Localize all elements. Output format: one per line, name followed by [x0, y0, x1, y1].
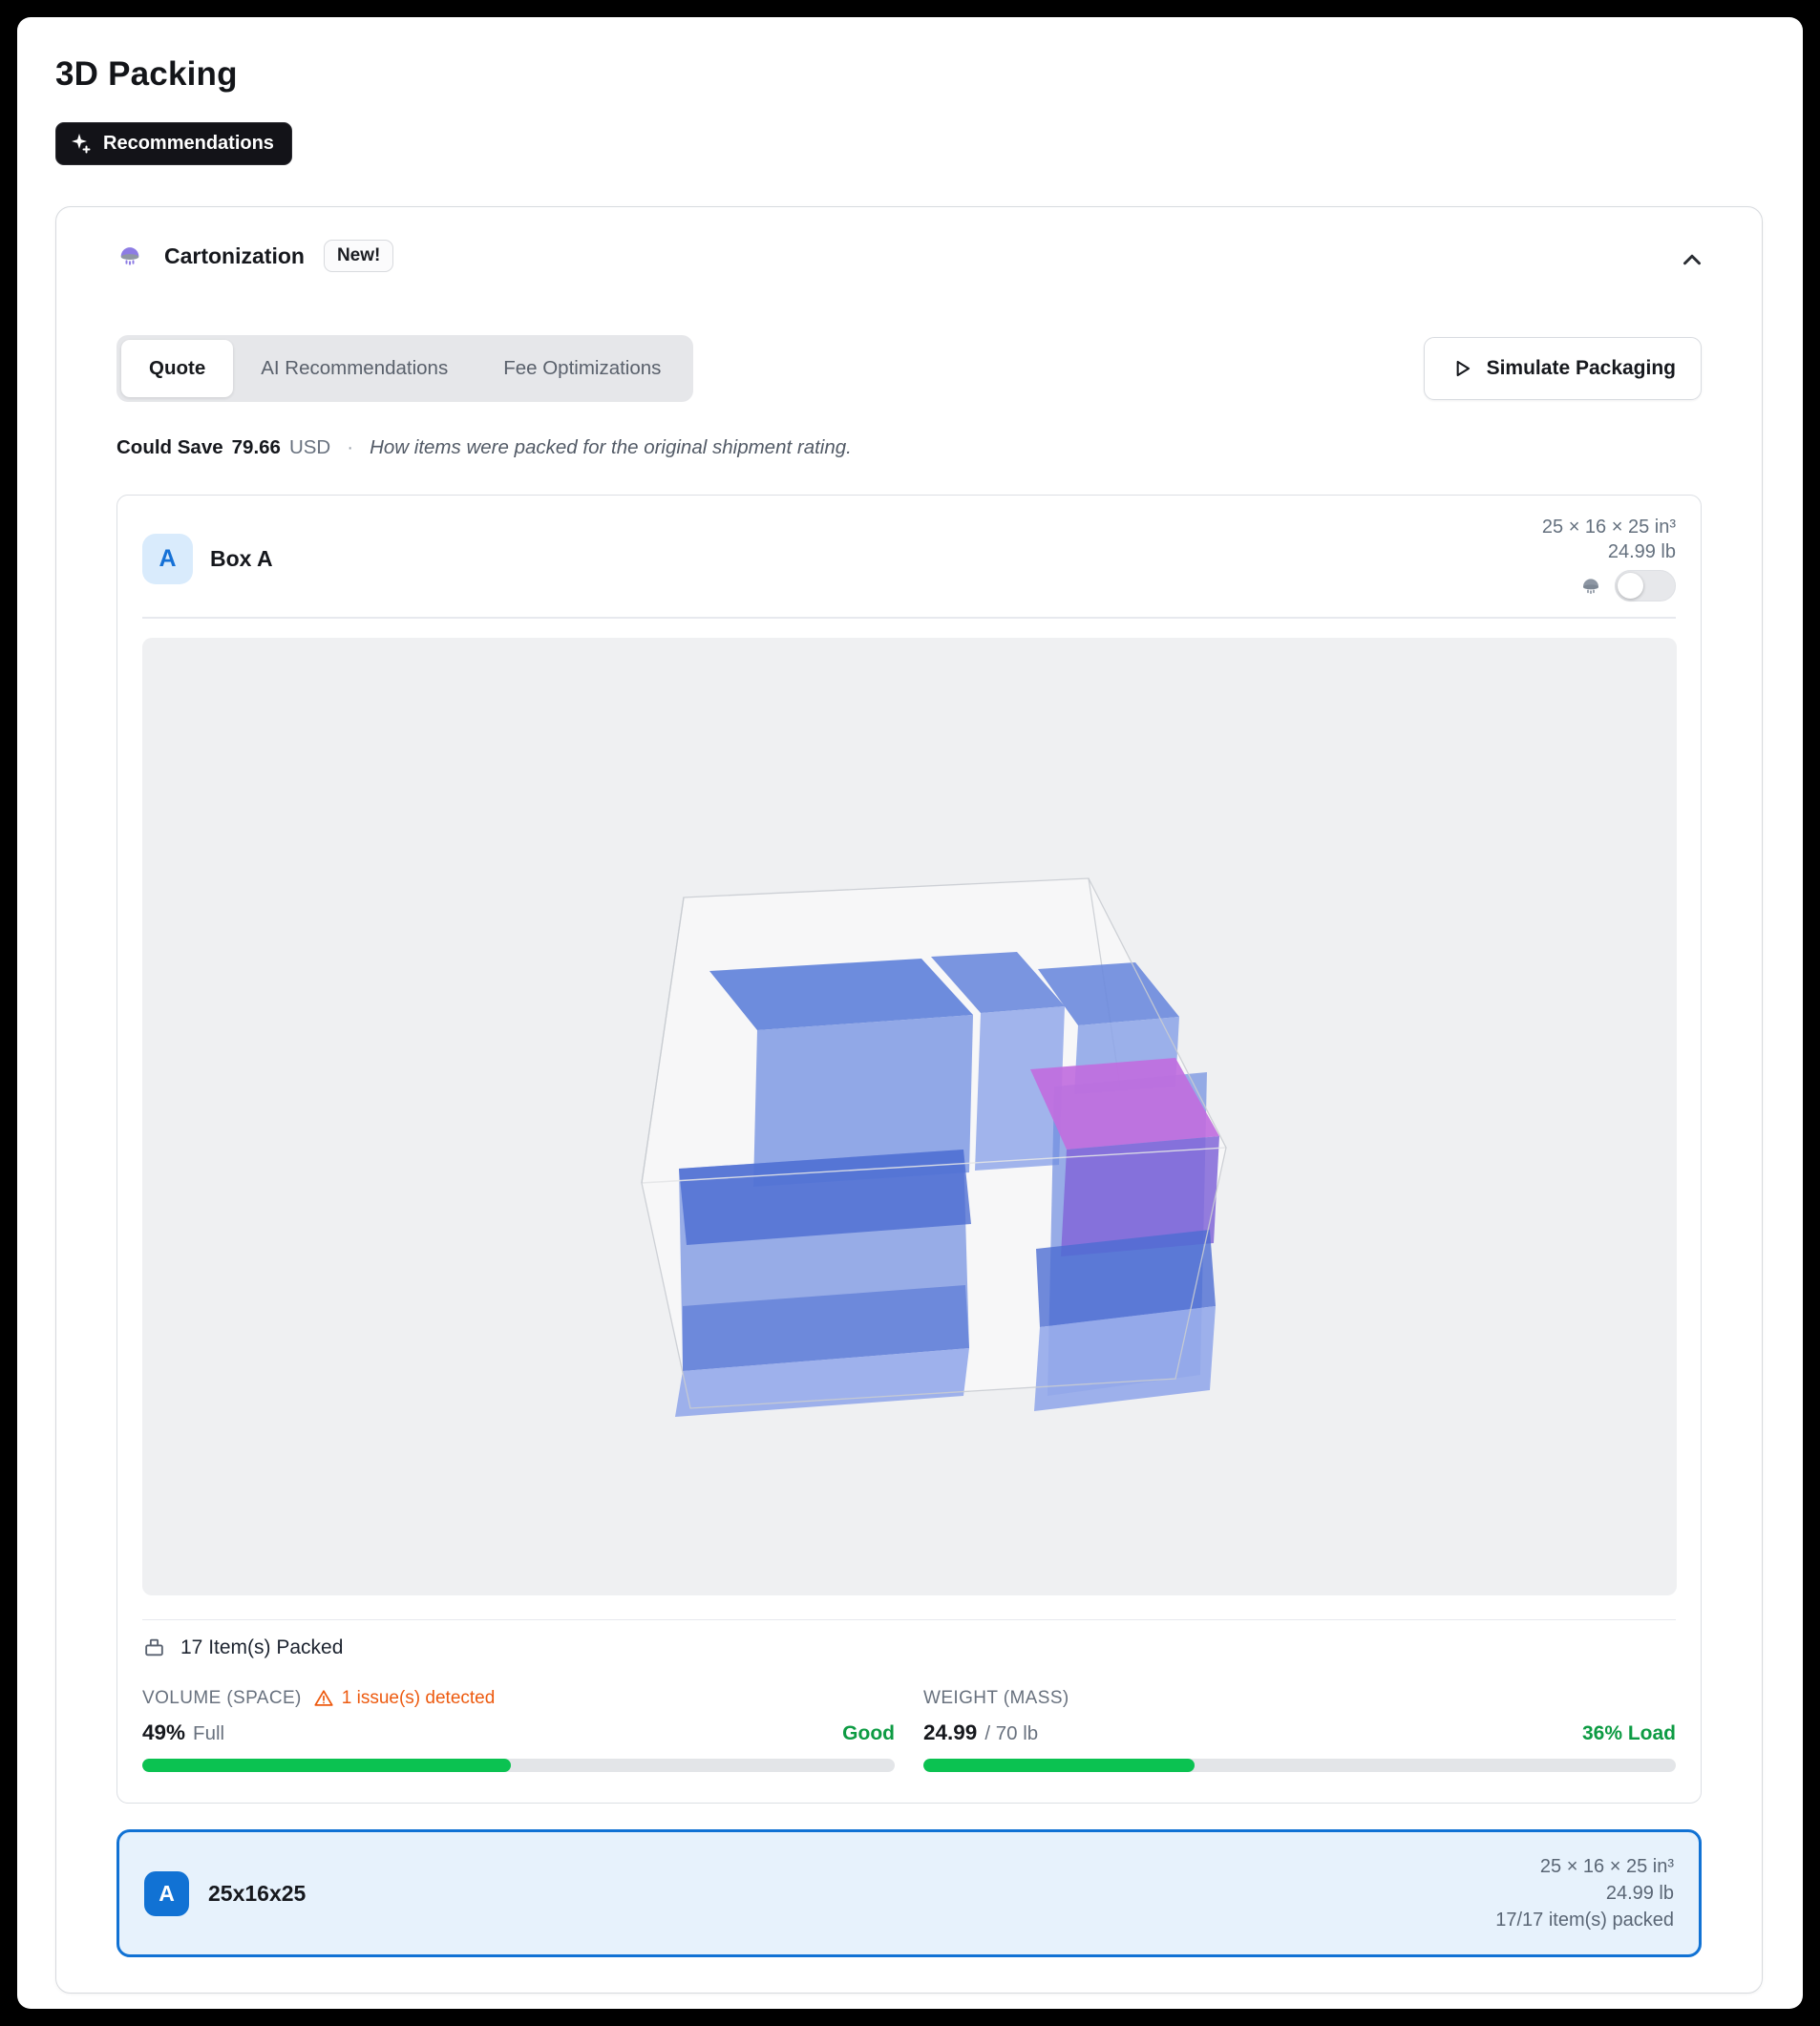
volume-issues: 1 issue(s) detected: [313, 1688, 496, 1709]
items-packed-row: 17 Item(s) Packed: [142, 1636, 1676, 1659]
rain-cover-toggle[interactable]: [1615, 570, 1676, 601]
weight-progress-bar: [923, 1759, 1676, 1772]
chevron-up-icon: [1678, 245, 1706, 274]
selected-box-name: 25x16x25: [208, 1881, 306, 1907]
selected-box-packed: 17/17 item(s) packed: [1495, 1908, 1674, 1932]
rain-cover-icon: [1579, 575, 1602, 598]
box-a-dimensions: 25 × 16 × 25 in³: [1542, 517, 1676, 538]
tab-quote[interactable]: Quote: [121, 340, 233, 397]
selected-box-card[interactable]: A 25x16x25 25 × 16 × 25 in³ 24.99 lb 17/…: [116, 1829, 1702, 1957]
recommendations-label: Recommendations: [103, 133, 274, 155]
packing-3d-viewport[interactable]: [142, 638, 1677, 1595]
volume-progress-fill: [142, 1759, 511, 1772]
savings-amount: 79.66: [232, 436, 281, 459]
play-icon: [1450, 356, 1474, 381]
package-icon: [142, 1636, 166, 1659]
new-badge: New!: [324, 240, 393, 272]
tab-ai-recommendations[interactable]: AI Recommendations: [233, 340, 476, 397]
selected-box-avatar: A: [144, 1871, 189, 1916]
collapse-button[interactable]: [1672, 240, 1712, 283]
card-title: Cartonization: [164, 243, 305, 269]
box-a-weight: 24.99 lb: [1608, 541, 1676, 563]
volume-label: VOLUME (SPACE): [142, 1688, 302, 1709]
savings-description: How items were packed for the original s…: [370, 436, 852, 459]
box-a-avatar: A: [142, 534, 193, 584]
selected-box-dimensions: 25 × 16 × 25 in³: [1540, 1854, 1674, 1879]
packing-3d-scene: [142, 638, 1677, 1595]
box-a-name: Box A: [210, 546, 273, 572]
toggle-knob: [1618, 573, 1643, 599]
selected-box-weight: 24.99 lb: [1606, 1881, 1674, 1906]
page-title: 3D Packing: [55, 53, 1765, 95]
tab-bar: Quote AI Recommendations Fee Optimizatio…: [116, 335, 693, 402]
savings-separator: ·: [347, 436, 353, 459]
volume-suffix: Full: [193, 1722, 224, 1745]
stats-divider: [142, 1619, 1676, 1621]
app-panel: 3D Packing Recommendations Cartonization…: [17, 17, 1803, 2009]
volume-progress-bar: [142, 1759, 895, 1772]
recommendations-button[interactable]: Recommendations: [55, 122, 292, 165]
cartonization-icon: [116, 243, 143, 269]
volume-issues-label: 1 issue(s) detected: [342, 1688, 496, 1709]
items-packed-label: 17 Item(s) Packed: [180, 1636, 343, 1659]
weight-label: WEIGHT (MASS): [923, 1688, 1069, 1709]
weight-max: / 70 lb: [984, 1722, 1038, 1745]
warning-icon: [313, 1688, 334, 1709]
box-a-panel: A Box A 25 × 16 × 25 in³ 24.99 lb: [116, 495, 1702, 1804]
savings-currency: USD: [289, 436, 330, 459]
volume-status: Good: [842, 1722, 895, 1745]
tab-fee-optimizations[interactable]: Fee Optimizations: [476, 340, 688, 397]
weight-progress-fill: [923, 1759, 1195, 1772]
header-divider: [142, 617, 1676, 619]
box-a-header: A Box A 25 × 16 × 25 in³ 24.99 lb: [117, 496, 1701, 617]
savings-summary: Could Save 79.66 USD · How items were pa…: [116, 436, 1702, 459]
weight-stat: WEIGHT (MASS) 24.99 / 70 lb 36% Load: [923, 1688, 1676, 1772]
cartonization-header: Cartonization New!: [116, 234, 1702, 278]
sparkles-icon: [70, 132, 93, 155]
volume-percent: 49%: [142, 1720, 185, 1745]
savings-prefix: Could Save: [116, 436, 223, 459]
simulate-packaging-button[interactable]: Simulate Packaging: [1424, 337, 1702, 400]
weight-status: 36% Load: [1582, 1722, 1676, 1745]
weight-value: 24.99: [923, 1720, 977, 1745]
cartonization-card: Cartonization New! Quote AI Recommendati…: [55, 206, 1763, 1994]
volume-stat: VOLUME (SPACE) 1 issue(s) detected: [142, 1688, 895, 1772]
simulate-packaging-label: Simulate Packaging: [1487, 357, 1676, 380]
